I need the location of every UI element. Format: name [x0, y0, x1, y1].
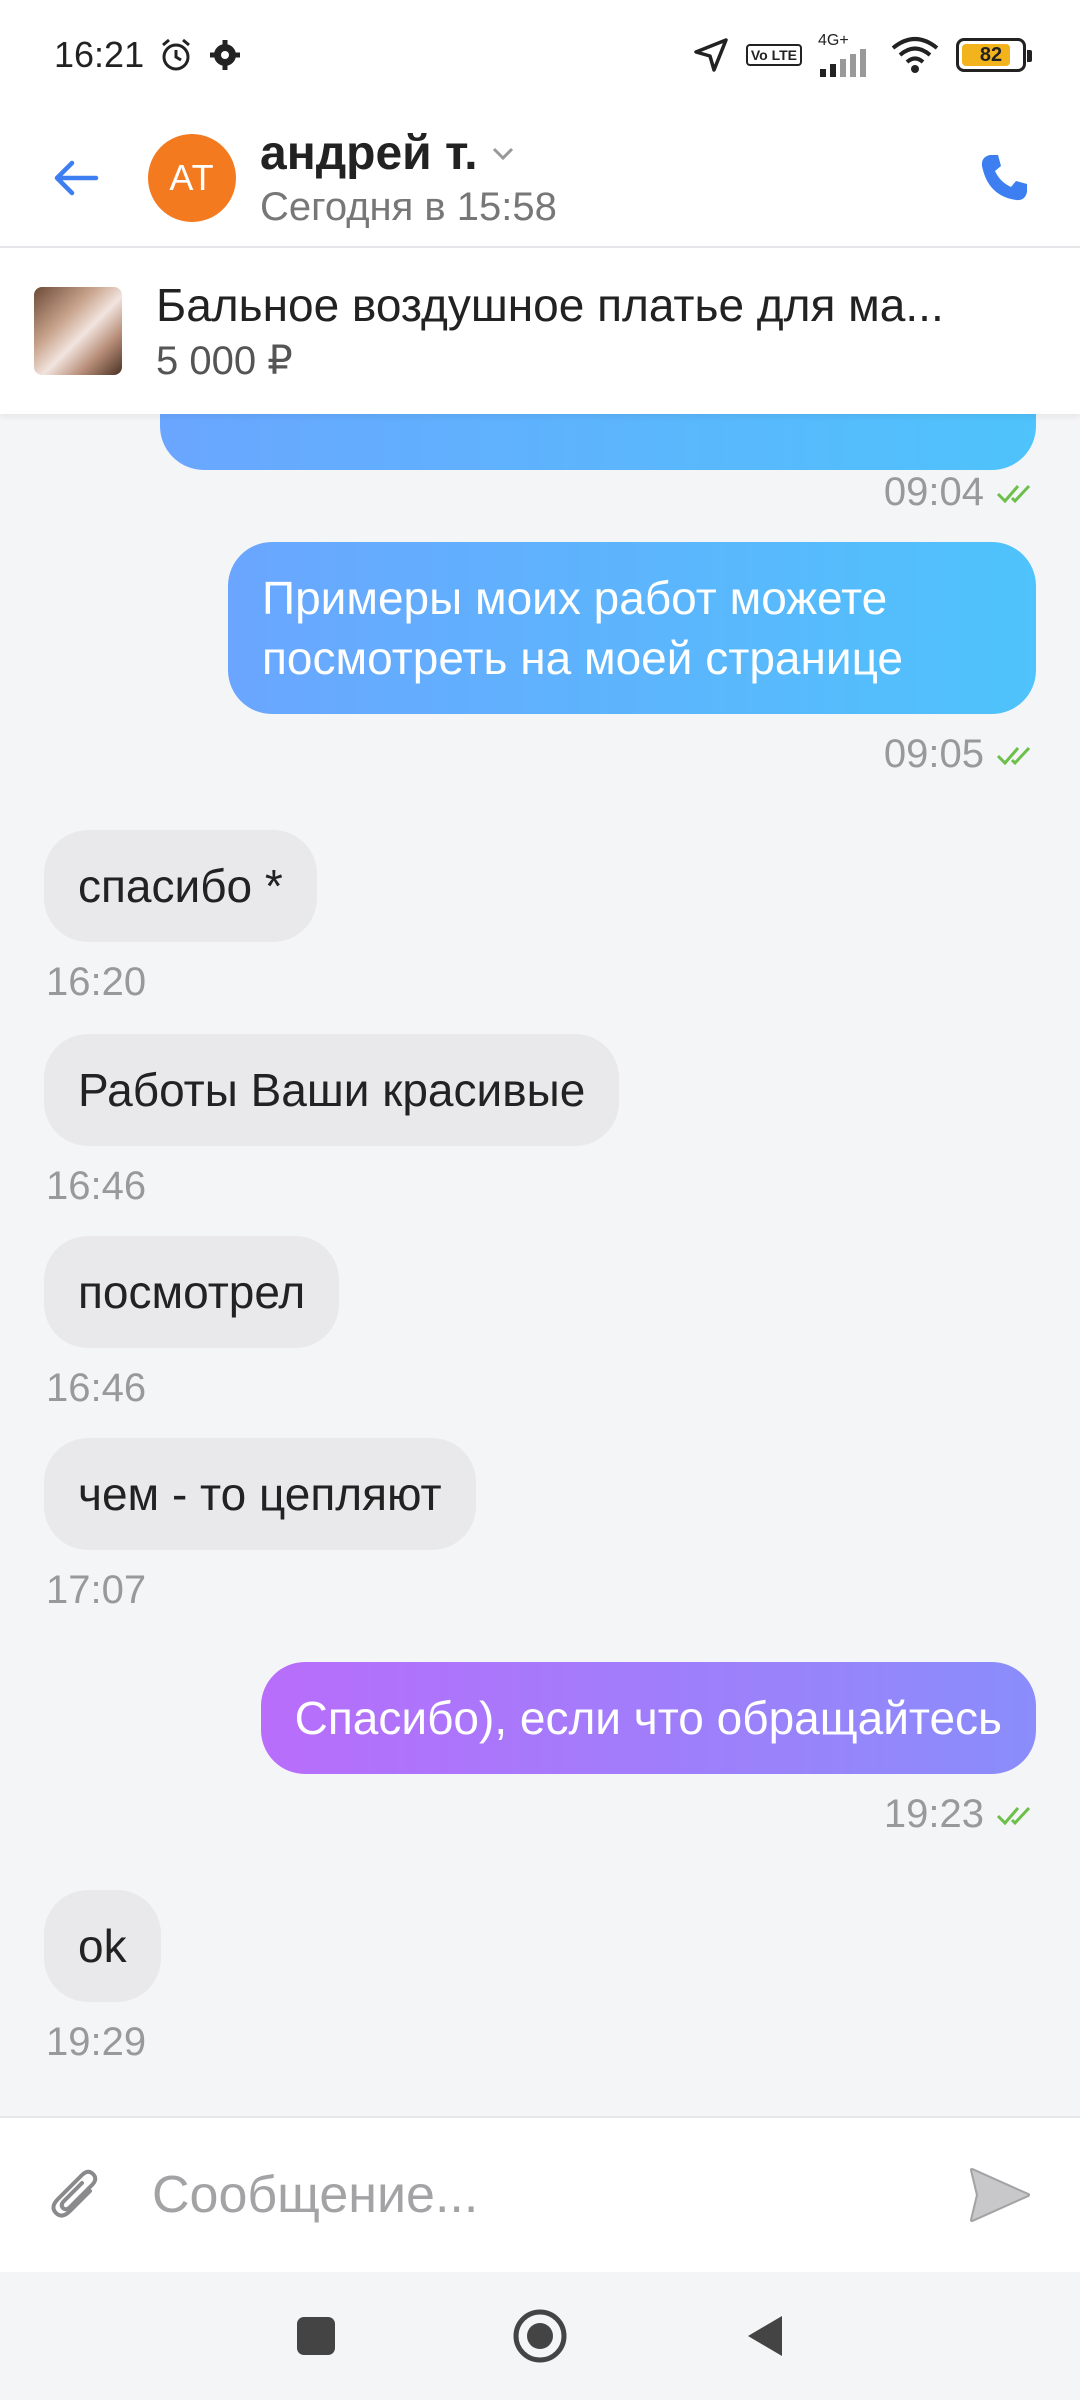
home-circle-icon	[513, 2309, 567, 2363]
recents-button[interactable]	[284, 2304, 348, 2368]
chevron-down-icon	[492, 147, 513, 160]
cellular-signal-icon: 4G+	[818, 33, 874, 77]
message-input[interactable]	[152, 2165, 960, 2225]
settings-gear-icon	[208, 38, 242, 72]
message-bubble-incoming[interactable]: Работы Ваши красивые	[44, 1034, 620, 1146]
message-time: 17:07	[46, 1568, 147, 1612]
message-bubble-outgoing[interactable]: Спасибо), если что обращайтесь	[260, 1662, 1036, 1774]
message-bubble-incoming[interactable]: спасибо *	[44, 830, 317, 942]
message-bubble-incoming[interactable]: чем - то цепляют	[44, 1438, 476, 1550]
message-time: 09:04	[884, 470, 1036, 515]
send-button[interactable]	[960, 2155, 1040, 2235]
listing-item-bar[interactable]: Бальное воздушное платье для ма... 5 000…	[0, 248, 1080, 414]
triangle-back-icon	[748, 2316, 782, 2356]
back-nav-button[interactable]	[732, 2304, 796, 2368]
message-time: 19:29	[46, 2020, 147, 2064]
chat-header: АТ андрей т. Сегодня в 15:58	[0, 110, 1080, 248]
double-check-icon	[996, 1806, 1031, 1825]
back-button[interactable]	[40, 142, 112, 214]
message-time: 09:05	[884, 732, 1036, 777]
double-check-icon	[996, 484, 1031, 503]
location-arrow-icon	[692, 36, 730, 74]
status-bar: 16:21 Vo LTE 4G+ 82	[0, 0, 1080, 110]
call-button[interactable]	[968, 142, 1040, 214]
avatar[interactable]: АТ	[148, 134, 236, 222]
battery-indicator: 82	[956, 38, 1032, 72]
listing-thumbnail	[34, 287, 122, 375]
message-bubble-outgoing[interactable]: Примеры моих работ можете посмотреть на …	[228, 542, 1036, 714]
message-time: 16:20	[46, 960, 147, 1004]
message-time: 19:23	[884, 1792, 1036, 1837]
listing-price: 5 000 ₽	[156, 339, 293, 383]
home-button[interactable]	[508, 2304, 572, 2368]
message-list[interactable]: 09:04 Примеры моих работ можете посмотре…	[0, 414, 1080, 2116]
message-bubble-outgoing[interactable]	[160, 414, 1036, 470]
alarm-icon	[158, 37, 194, 73]
system-navigation-bar	[0, 2272, 1080, 2400]
send-icon	[970, 2168, 1030, 2222]
contact-name-dropdown[interactable]: андрей т.	[260, 126, 557, 181]
message-time: 16:46	[46, 1164, 147, 1208]
volte-badge: Vo LTE	[745, 44, 802, 66]
message-bubble-incoming[interactable]: посмотрел	[44, 1236, 340, 1348]
contact-name: андрей т.	[260, 127, 478, 180]
attach-button[interactable]	[40, 2159, 112, 2231]
status-time: 16:21	[54, 34, 145, 75]
message-time: 16:46	[46, 1366, 147, 1410]
message-composer	[0, 2116, 1080, 2272]
paperclip-icon	[51, 2169, 98, 2218]
arrow-left-icon	[54, 160, 99, 196]
last-seen-status: Сегодня в 15:58	[260, 185, 557, 229]
chat-screen: 16:21 Vo LTE 4G+ 82 АТ андрей т. Сегодня…	[0, 0, 1080, 2400]
network-type-label: 4G+	[818, 32, 849, 49]
listing-title: Бальное воздушное платье для ма...	[156, 279, 944, 331]
phone-icon	[981, 155, 1027, 201]
message-bubble-incoming[interactable]: ok	[44, 1890, 161, 2002]
square-icon	[297, 2317, 335, 2355]
battery-level-label: 82	[979, 43, 1003, 66]
double-check-icon	[996, 746, 1031, 765]
wifi-icon	[890, 36, 940, 74]
